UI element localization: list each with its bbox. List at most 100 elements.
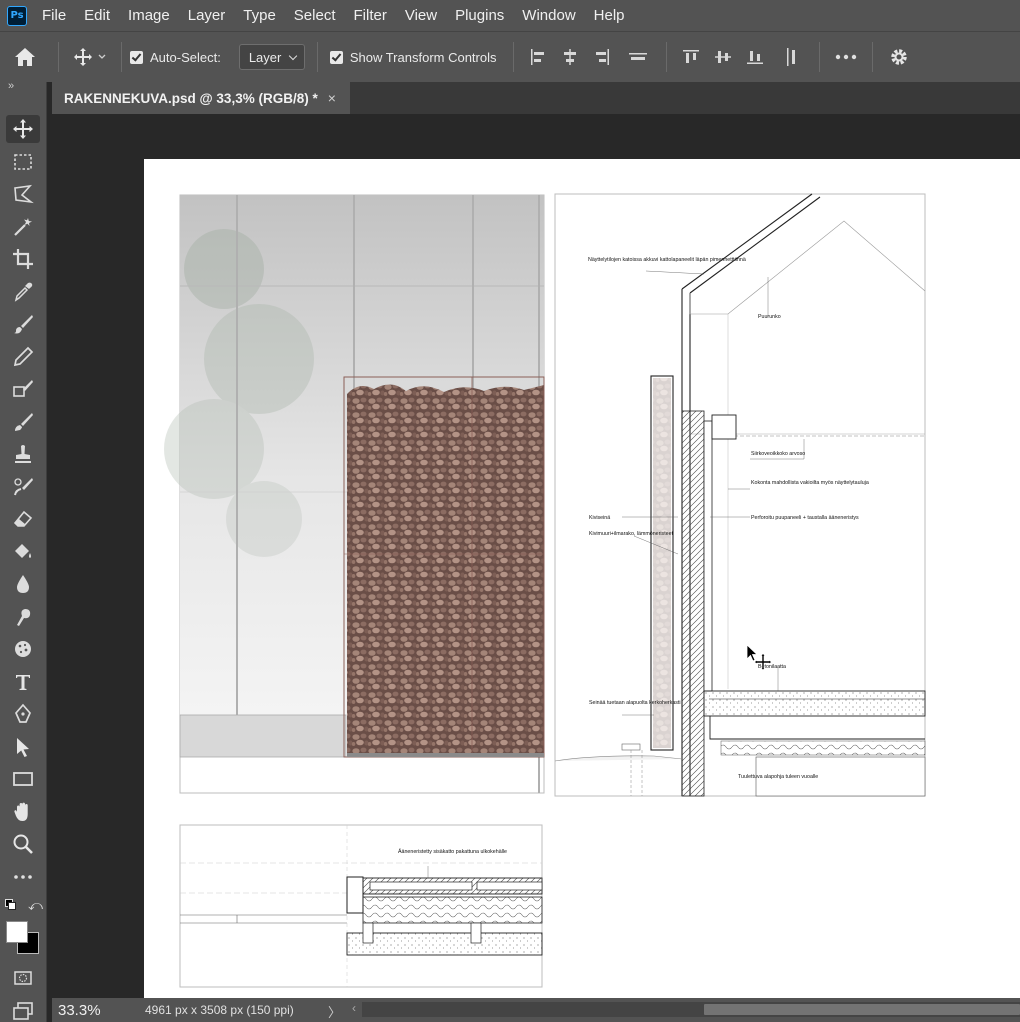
pencil-tool[interactable] xyxy=(6,343,40,371)
paint-bucket-tool[interactable] xyxy=(6,538,40,566)
brush-icon xyxy=(14,315,33,334)
align-bottom-button[interactable] xyxy=(739,48,771,66)
quick-mask-icon xyxy=(14,971,32,985)
collapse-panel-icon[interactable]: » xyxy=(8,80,14,92)
menu-image[interactable]: Image xyxy=(119,0,179,31)
menu-plugins[interactable]: Plugins xyxy=(446,0,513,31)
align-left-button[interactable] xyxy=(522,48,554,66)
label-puurunko: Puurunko xyxy=(758,314,781,320)
label-perforoitu: Perforoitu puupaneeli + taustalla äänene… xyxy=(751,515,859,521)
status-bar: 33.3% 4961 px x 3508 px (150 ppi) 〉 ‹ xyxy=(52,998,1020,1022)
clone-stamp-tool[interactable] xyxy=(6,375,40,403)
align-horizontal-center-button[interactable] xyxy=(554,48,586,66)
show-transform-controls-label: Show Transform Controls xyxy=(349,49,497,65)
auto-select-checkbox[interactable] xyxy=(130,50,143,64)
align-top-button[interactable] xyxy=(675,48,707,66)
horizontal-scrollbar[interactable]: ‹ xyxy=(352,1001,1020,1017)
document-info[interactable]: 4961 px x 3508 px (150 ppi) xyxy=(132,1003,294,1017)
history-brush-icon xyxy=(14,478,33,496)
zoom-level[interactable]: 33.3% xyxy=(52,1002,132,1019)
menu-filter[interactable]: Filter xyxy=(345,0,396,31)
distribute-horizontal-icon xyxy=(786,48,795,66)
marquee-tool[interactable] xyxy=(6,148,40,176)
menu-select[interactable]: Select xyxy=(285,0,345,31)
home-button[interactable] xyxy=(0,47,50,67)
tools-panel: » ⤺ xyxy=(0,80,47,1022)
eraser-tool[interactable] xyxy=(6,505,40,533)
chevron-right-icon[interactable]: 〉 xyxy=(328,1002,341,1021)
move-icon xyxy=(74,48,106,66)
magic-wand-tool[interactable] xyxy=(6,213,40,241)
label-detail-note: Ääneneristetty sisäkatto pakattuna ulkok… xyxy=(398,848,507,855)
move-tool[interactable] xyxy=(6,115,40,143)
history-brush-tool[interactable] xyxy=(6,408,40,436)
label-kivimuuri: Kivimuuri+ilmarako, lämmöneristeet xyxy=(589,531,674,537)
menu-help[interactable]: Help xyxy=(585,0,634,31)
more-options-button[interactable] xyxy=(828,54,864,60)
scrollbar-thumb[interactable] xyxy=(704,1004,1020,1015)
separator xyxy=(316,42,318,72)
path-selection-tool[interactable] xyxy=(6,733,40,761)
blur-tool[interactable] xyxy=(6,570,40,598)
move-tool-preset-button[interactable] xyxy=(67,47,113,67)
label-kokonta: Kokonta mahdollista vakioilta myös näytt… xyxy=(751,480,869,486)
close-icon[interactable]: × xyxy=(328,90,336,106)
smudge-finger-icon xyxy=(17,609,31,626)
crop-tool[interactable] xyxy=(6,245,40,273)
art-history-brush-tool[interactable] xyxy=(6,473,40,501)
magic-wand-icon xyxy=(14,218,32,236)
menu-bar: Ps File Edit Image Layer Type Select Fil… xyxy=(0,0,1020,31)
document-tab-bar: RAKENNEKUVA.psd @ 33,3% (RGB/8) * × xyxy=(52,82,1020,114)
healing-brush-tool[interactable] xyxy=(6,310,40,338)
type-tool[interactable] xyxy=(6,668,40,696)
rectangle-tool[interactable] xyxy=(6,765,40,793)
distribute-horizontal-button[interactable] xyxy=(771,47,811,67)
document-canvas[interactable]: Näyttelytilojen katoissa akkuvi kattolap… xyxy=(144,159,1020,998)
settings-button[interactable] xyxy=(881,47,917,67)
zoom-tool[interactable] xyxy=(6,830,40,858)
auto-select-target-dropdown[interactable]: Layer xyxy=(238,44,305,70)
sponge-tool[interactable] xyxy=(6,635,40,663)
screen-mode-button[interactable] xyxy=(6,997,40,1022)
clone-brush-icon xyxy=(13,380,33,397)
auto-select-label: Auto-Select: xyxy=(150,49,221,65)
menu-window[interactable]: Window xyxy=(513,0,584,31)
quick-mask-button[interactable] xyxy=(6,964,40,992)
distribute-vertical-button[interactable] xyxy=(618,48,658,66)
hand-tool[interactable] xyxy=(6,798,40,826)
lasso-tool[interactable] xyxy=(6,180,40,208)
water-drop-icon xyxy=(17,575,29,593)
menu-layer[interactable]: Layer xyxy=(179,0,235,31)
align-horizontal-centers-icon xyxy=(563,49,576,65)
align-vertical-centers-icon xyxy=(714,51,731,63)
swap-colors-icon[interactable]: ⤺ xyxy=(28,897,43,914)
pen-tool[interactable] xyxy=(6,700,40,728)
menu-file[interactable]: File xyxy=(33,0,75,31)
render-panel xyxy=(164,194,545,794)
move-cursor-icon xyxy=(746,644,772,670)
foreground-color-swatch[interactable] xyxy=(6,921,28,943)
hand-icon xyxy=(14,802,28,821)
document-tab[interactable]: RAKENNEKUVA.psd @ 33,3% (RGB/8) * × xyxy=(52,82,350,114)
menu-edit[interactable]: Edit xyxy=(75,0,119,31)
separator xyxy=(665,42,667,72)
default-colors-icon[interactable] xyxy=(5,899,17,911)
chevron-left-icon[interactable]: ‹ xyxy=(352,1001,356,1015)
smudge-tool[interactable] xyxy=(6,603,40,631)
more-horizontal-icon xyxy=(835,54,856,60)
menu-type[interactable]: Type xyxy=(234,0,285,31)
polygonal-lasso-icon xyxy=(14,184,34,204)
align-vertical-center-button[interactable] xyxy=(707,48,739,66)
stamp-tool[interactable] xyxy=(6,440,40,468)
pen-nib-icon xyxy=(15,703,31,723)
eyedropper-tool[interactable] xyxy=(6,278,40,306)
separator xyxy=(121,42,122,72)
edit-toolbar-button[interactable] xyxy=(6,863,40,891)
align-right-button[interactable] xyxy=(586,48,618,66)
move-icon xyxy=(13,119,33,139)
menu-view[interactable]: View xyxy=(396,0,446,31)
align-right-edges-icon xyxy=(595,49,609,65)
sponge-icon xyxy=(15,641,31,657)
screen-mode-icon xyxy=(13,1002,33,1020)
show-transform-controls-checkbox[interactable] xyxy=(329,50,343,64)
